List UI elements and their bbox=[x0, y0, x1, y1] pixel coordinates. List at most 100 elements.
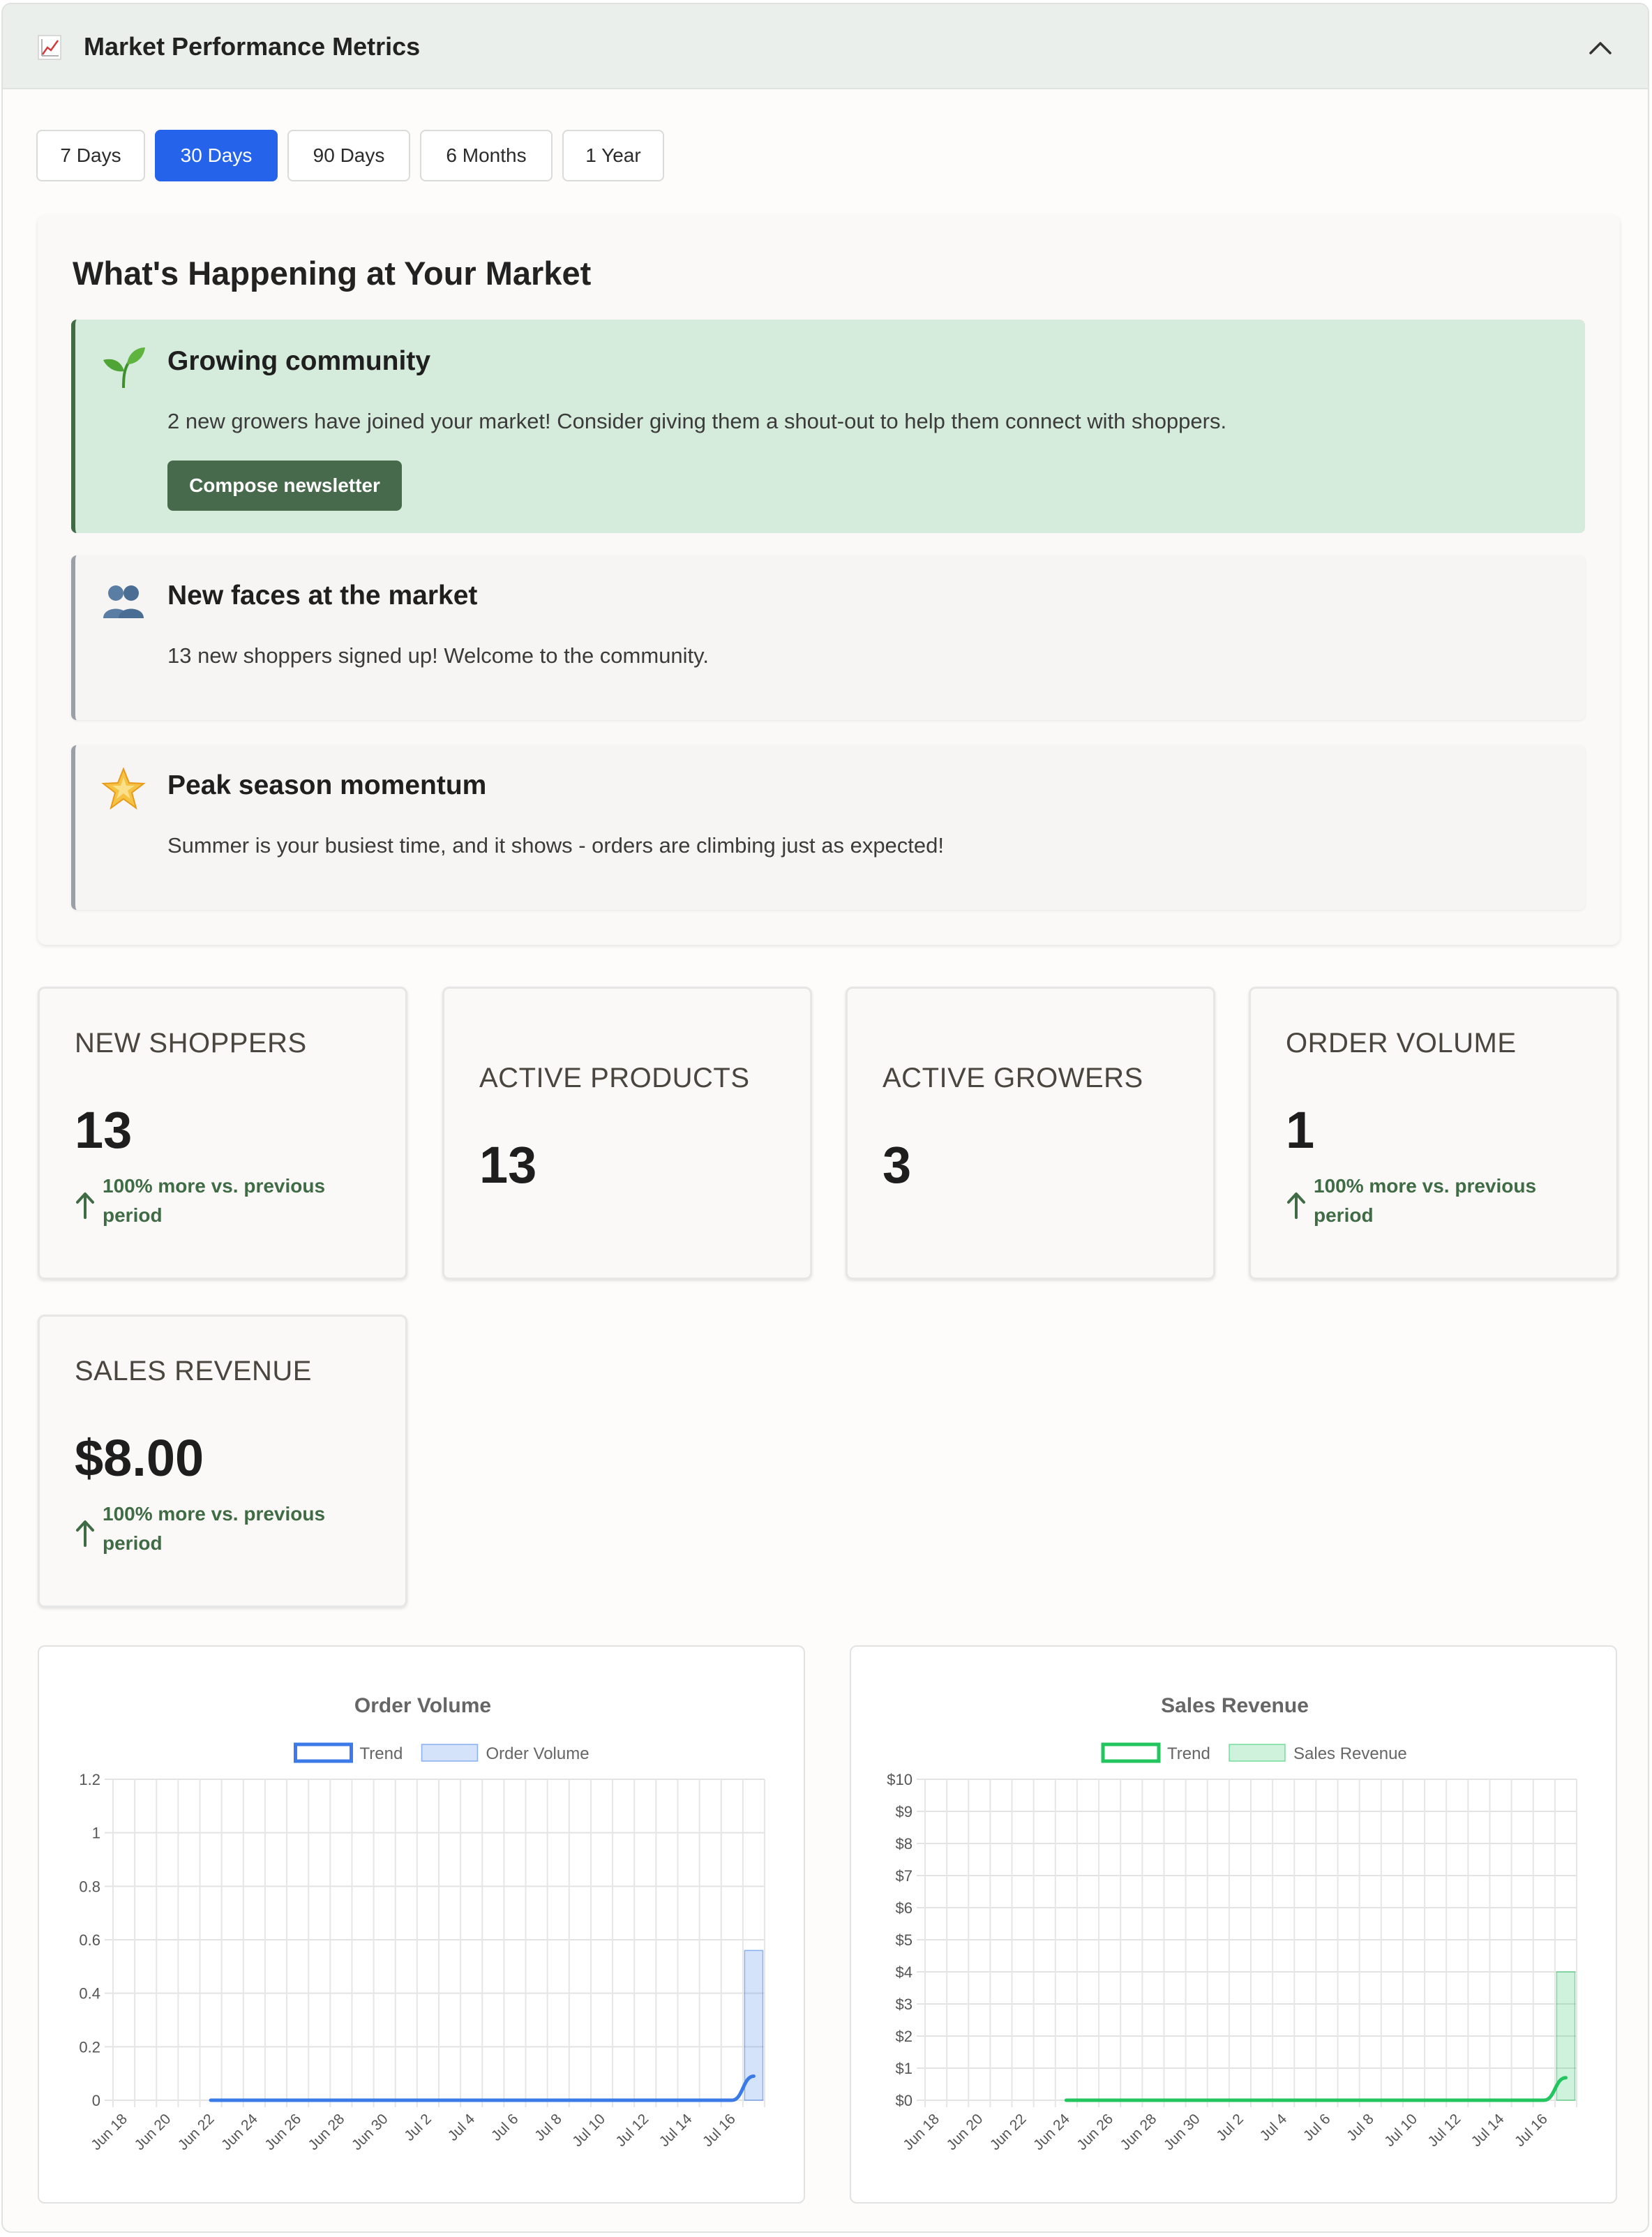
y-tick-label: $9 bbox=[896, 1803, 913, 1820]
notice-title: Growing community bbox=[167, 346, 431, 376]
tab-6-months[interactable]: 6 Months bbox=[420, 130, 553, 181]
x-tick-label: Jul 4 bbox=[445, 2111, 479, 2144]
legend-bar-label: Order Volume bbox=[486, 1744, 590, 1763]
x-tick-label: Jun 20 bbox=[132, 2111, 174, 2153]
x-tick-label: Jun 30 bbox=[1161, 2111, 1203, 2153]
market-metrics-panel: Market Performance Metrics 7 Days 30 Day… bbox=[1, 3, 1649, 2233]
y-tick-label: $10 bbox=[887, 1771, 913, 1788]
metric-trend: 100% more vs. previous period bbox=[1286, 1172, 1593, 1234]
metric-value: 3 bbox=[883, 1136, 912, 1194]
x-tick-label: Jul 14 bbox=[656, 2111, 696, 2150]
notice-peak-season: Peak season momentum Summer is your busi… bbox=[71, 745, 1585, 910]
x-tick-label: Jul 6 bbox=[1300, 2111, 1334, 2144]
notice-title: Peak season momentum bbox=[167, 770, 487, 800]
notice-text: Summer is your busiest time, and it show… bbox=[167, 833, 945, 858]
arrow-up-icon bbox=[76, 1192, 94, 1219]
tab-30-days[interactable]: 30 Days bbox=[155, 130, 278, 181]
x-tick-label: Jun 24 bbox=[218, 2111, 261, 2153]
x-tick-label: Jul 10 bbox=[569, 2111, 608, 2150]
x-tick-label: Jun 18 bbox=[900, 2111, 943, 2153]
y-tick-label: 0.8 bbox=[79, 1878, 100, 1895]
order-volume-chart-svg: Order Volume Trend Order Volume 0 0.2 0.4 0.6 0… bbox=[79, 1694, 765, 2153]
arrow-up-icon bbox=[1287, 1192, 1305, 1219]
y-tick-label: $4 bbox=[896, 1963, 913, 1981]
notice-title: New faces at the market bbox=[167, 581, 478, 611]
metric-trend: 100% more vs. previous period bbox=[75, 1172, 382, 1234]
y-tick-label: $2 bbox=[896, 2028, 913, 2045]
metric-active-growers: ACTIVE GROWERS 3 bbox=[846, 987, 1215, 1280]
tab-1-year[interactable]: 1 Year bbox=[562, 130, 664, 181]
metric-sales-revenue: SALES REVENUE $8.00 100% more vs. previo… bbox=[38, 1315, 407, 1608]
metric-value: $8.00 bbox=[75, 1429, 204, 1487]
legend-bar-label: Sales Revenue bbox=[1293, 1744, 1407, 1763]
metric-active-products: ACTIVE PRODUCTS 13 bbox=[442, 987, 812, 1280]
x-tick-label: Jun 24 bbox=[1030, 2111, 1073, 2153]
notice-new-faces: New faces at the market 13 new shoppers … bbox=[71, 555, 1585, 720]
notice-growing-community: Growing community 2 new growers have joi… bbox=[71, 320, 1585, 533]
legend-trend-label: Trend bbox=[1167, 1744, 1210, 1763]
chart-title: Order Volume bbox=[354, 1694, 491, 1717]
metric-label: ACTIVE PRODUCTS bbox=[479, 1063, 750, 1093]
happening-title: What's Happening at Your Market bbox=[73, 255, 592, 292]
x-tick-label: Jun 22 bbox=[987, 2111, 1030, 2153]
tab-7-days[interactable]: 7 Days bbox=[36, 130, 145, 181]
y-tick-label: 0.4 bbox=[79, 1985, 100, 2003]
y-tick-label: 0 bbox=[92, 2092, 100, 2109]
metric-new-shoppers: NEW SHOPPERS 13 100% more vs. previous p… bbox=[38, 987, 407, 1280]
order-volume-chart: Order Volume Trend Order Volume 0 0.2 0.4 0.6 0… bbox=[38, 1645, 805, 2204]
legend-trend-swatch bbox=[294, 1742, 353, 1763]
y-tick-label: 1.2 bbox=[79, 1771, 100, 1788]
x-tick-label: Jun 30 bbox=[349, 2111, 391, 2153]
x-tick-label: Jun 28 bbox=[306, 2111, 348, 2153]
x-tick-label: Jul 14 bbox=[1469, 2111, 1508, 2150]
x-tick-label: Jun 22 bbox=[175, 2111, 218, 2153]
x-tick-label: Jul 8 bbox=[1344, 2111, 1377, 2144]
x-tick-label: Jul 4 bbox=[1257, 2111, 1291, 2144]
people-icon bbox=[103, 585, 144, 618]
x-tick-label: Jun 28 bbox=[1118, 2111, 1160, 2153]
metric-trend-text: 100% more vs. previous period bbox=[103, 1503, 326, 1554]
x-tick-label: Jul 16 bbox=[700, 2111, 739, 2150]
compose-newsletter-button[interactable]: Compose newsletter bbox=[167, 461, 402, 511]
legend-trend-label: Trend bbox=[360, 1744, 403, 1763]
x-tick-label: Jul 8 bbox=[532, 2111, 565, 2144]
tab-90-days[interactable]: 90 Days bbox=[287, 130, 410, 181]
metric-value: 13 bbox=[75, 1101, 133, 1159]
happening-section: What's Happening at Your Market Growing … bbox=[38, 215, 1620, 945]
x-tick-label: Jul 12 bbox=[613, 2111, 652, 2150]
y-tick-label: $0 bbox=[896, 2092, 913, 2109]
chevron-up-icon[interactable] bbox=[1586, 36, 1614, 59]
legend-trend-swatch bbox=[1101, 1742, 1161, 1763]
x-tick-label: Jul 2 bbox=[1213, 2111, 1247, 2144]
metric-value: 1 bbox=[1286, 1101, 1315, 1159]
chart-trending-icon bbox=[38, 35, 61, 60]
metric-label: ACTIVE GROWERS bbox=[883, 1063, 1143, 1093]
panel-header[interactable]: Market Performance Metrics bbox=[3, 4, 1648, 89]
x-tick-label: Jul 2 bbox=[401, 2111, 435, 2144]
y-tick-label: $6 bbox=[896, 1899, 913, 1917]
x-tick-label: Jul 6 bbox=[488, 2111, 522, 2144]
notice-text: 2 new growers have joined your market! C… bbox=[167, 409, 1227, 433]
x-tick-label: Jun 20 bbox=[944, 2111, 986, 2153]
metric-order-volume: ORDER VOLUME 1 100% more vs. previous pe… bbox=[1249, 987, 1619, 1280]
legend-bar-swatch bbox=[1229, 1744, 1286, 1762]
metric-trend: 100% more vs. previous period bbox=[75, 1499, 382, 1562]
panel-title: Market Performance Metrics bbox=[84, 32, 421, 61]
metric-label: NEW SHOPPERS bbox=[75, 1028, 307, 1058]
y-tick-label: $1 bbox=[896, 2060, 913, 2077]
notice-text: 13 new shoppers signed up! Welcome to th… bbox=[167, 643, 709, 668]
y-tick-label: $3 bbox=[896, 1996, 913, 2013]
x-tick-label: Jul 12 bbox=[1425, 2111, 1464, 2150]
metric-trend-text: 100% more vs. previous period bbox=[103, 1175, 326, 1226]
chart-title: Sales Revenue bbox=[1161, 1694, 1309, 1717]
x-tick-label: Jun 18 bbox=[88, 2111, 130, 2153]
y-tick-label: 0.2 bbox=[79, 2038, 100, 2056]
sales-revenue-chart-svg: Sales Revenue Trend Sales Revenue $0 $1 $2 $3 $… bbox=[887, 1694, 1577, 2153]
star-icon bbox=[101, 767, 146, 810]
y-tick-label: 1 bbox=[92, 1825, 100, 1842]
x-tick-label: Jun 26 bbox=[262, 2111, 304, 2153]
metric-trend-text: 100% more vs. previous period bbox=[1314, 1175, 1537, 1226]
arrow-up-icon bbox=[76, 1520, 94, 1547]
y-tick-label: $5 bbox=[896, 1931, 913, 1949]
x-tick-label: Jun 26 bbox=[1074, 2111, 1116, 2153]
